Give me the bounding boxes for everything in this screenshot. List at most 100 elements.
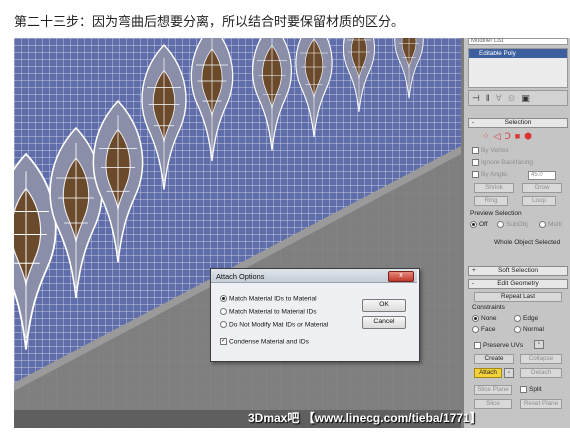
constraint-edge-radio[interactable]: Edge bbox=[514, 315, 538, 322]
radio-icon bbox=[514, 326, 521, 333]
show-end-result-icon[interactable]: ‖ bbox=[486, 93, 496, 103]
radio-label: SubObj bbox=[506, 221, 528, 229]
attach-options-dialog: Attach Options x Match Material IDs to M… bbox=[210, 268, 420, 362]
rollout-title: Edit Geometry bbox=[497, 280, 539, 287]
constraints-label: Constraints bbox=[472, 304, 505, 311]
element-icon[interactable]: ⬢ bbox=[524, 131, 536, 141]
subobject-icons[interactable]: ⁘◁Ↄ■⬢ bbox=[482, 131, 562, 142]
radio-selected-icon bbox=[472, 315, 479, 322]
reset-plane-button[interactable]: Reset Plane bbox=[520, 399, 562, 409]
preview-selection-label: Preview Selection bbox=[470, 210, 522, 217]
remove-modifier-icon[interactable]: ⊝ bbox=[508, 93, 522, 103]
radio-icon bbox=[497, 221, 504, 228]
radio-label: Face bbox=[481, 326, 496, 334]
repeat-last-button[interactable]: Repeat Last bbox=[474, 292, 562, 302]
perspective-viewport[interactable] bbox=[14, 38, 461, 428]
preview-subobj-radio[interactable]: SubObj bbox=[497, 221, 528, 228]
match-material-to-ids-radio[interactable]: Match Material to Material IDs bbox=[220, 308, 317, 315]
condense-label: Condense Material and IDs bbox=[229, 338, 309, 346]
collapse-button[interactable]: Collapse bbox=[520, 354, 562, 364]
radio-icon bbox=[514, 315, 521, 322]
vertex-icon[interactable]: ⁘ bbox=[482, 131, 494, 141]
expand-icon: + bbox=[472, 267, 476, 274]
pin-stack-icon[interactable]: ⊣ bbox=[472, 93, 486, 103]
do-not-modify-radio[interactable]: Do Not Modify Mat IDs or Material bbox=[220, 321, 328, 328]
match-ids-to-material-radio[interactable]: Match Material IDs to Material bbox=[220, 295, 317, 302]
checkbox-icon bbox=[472, 159, 479, 166]
checkbox-label: Split bbox=[529, 386, 542, 394]
ring-button[interactable]: Ring bbox=[474, 196, 508, 206]
radio-icon bbox=[220, 308, 227, 315]
option-label: Do Not Modify Mat IDs or Material bbox=[229, 321, 329, 329]
checkbox-label: By Vertex bbox=[481, 147, 509, 155]
forum-watermark: 3Dmax吧 【www.linecg.com/tieba/1771】 bbox=[248, 411, 482, 425]
create-button[interactable]: Create bbox=[474, 354, 514, 364]
condense-checkbox[interactable]: ✓ Condense Material and IDs bbox=[220, 338, 309, 345]
radio-selected-icon bbox=[220, 295, 227, 302]
close-button[interactable]: x bbox=[388, 271, 414, 282]
make-unique-icon[interactable]: ∀ bbox=[496, 93, 508, 103]
shrink-button[interactable]: Shrink bbox=[474, 183, 514, 193]
option-label: Match Material to Material IDs bbox=[229, 308, 317, 316]
check-icon: ✓ bbox=[220, 338, 227, 345]
checkbox-icon bbox=[474, 342, 481, 349]
checkbox-label: By Angle: bbox=[481, 171, 509, 179]
detach-button[interactable]: Detach bbox=[520, 368, 562, 378]
checkbox-icon bbox=[520, 386, 527, 393]
grow-button[interactable]: Grow bbox=[522, 183, 562, 193]
radio-label: Off bbox=[479, 221, 488, 229]
collapse-icon: - bbox=[472, 119, 475, 126]
slice-plane-button[interactable]: Slice Plane bbox=[474, 385, 512, 395]
loop-button[interactable]: Loop bbox=[522, 196, 556, 206]
ok-button[interactable]: OK bbox=[362, 299, 406, 312]
modifier-stack[interactable]: Editable Poly bbox=[468, 48, 568, 88]
constraint-face-radio[interactable]: Face bbox=[472, 326, 495, 333]
dialog-title: Attach Options bbox=[216, 272, 265, 281]
radio-label: None bbox=[481, 315, 497, 323]
step-caption: 第二十三步：因为弯曲后想要分离，所以结合时要保留材质的区分。 bbox=[14, 14, 405, 29]
by-angle-spinner[interactable]: 45.0 bbox=[528, 171, 556, 180]
radio-icon bbox=[220, 321, 227, 328]
edge-icon[interactable]: ◁ bbox=[494, 131, 505, 141]
checkbox-label: Ignore Backfacing bbox=[481, 159, 534, 167]
radio-label: Multi bbox=[548, 221, 562, 229]
max-screenshot: Attach Options x Match Material IDs to M… bbox=[14, 38, 570, 428]
radio-label: Edge bbox=[523, 315, 539, 323]
preview-multi-radio[interactable]: Multi bbox=[539, 221, 562, 228]
split-checkbox[interactable]: Split bbox=[520, 386, 542, 393]
configure-modifier-sets-icon[interactable]: ▣ bbox=[521, 93, 536, 103]
by-angle-checkbox[interactable]: By Angle: bbox=[472, 171, 508, 178]
constraint-none-radio[interactable]: None bbox=[472, 315, 497, 322]
stack-item-editable-poly[interactable]: Editable Poly bbox=[469, 49, 567, 58]
collapse-icon: - bbox=[472, 280, 475, 287]
checkbox-icon bbox=[472, 171, 479, 178]
constraint-normal-radio[interactable]: Normal bbox=[514, 326, 544, 333]
checkbox-icon bbox=[472, 147, 479, 154]
border-icon[interactable]: Ↄ bbox=[504, 131, 514, 141]
radio-icon bbox=[472, 326, 479, 333]
preview-off-radio[interactable]: Off bbox=[470, 221, 488, 228]
dialog-titlebar[interactable]: Attach Options x bbox=[211, 269, 417, 283]
ignore-backfacing-checkbox[interactable]: Ignore Backfacing bbox=[472, 159, 533, 166]
attach-button[interactable]: Attach bbox=[474, 368, 502, 378]
by-vertex-checkbox[interactable]: By Vertex bbox=[472, 147, 509, 154]
stack-toolbar[interactable]: ⊣‖∀⊝▣ bbox=[468, 90, 568, 106]
attach-list-icon[interactable]: ▫ bbox=[504, 368, 514, 378]
rollout-title: Selection bbox=[504, 119, 532, 126]
modifier-list-dropdown[interactable]: Modifier List bbox=[468, 38, 568, 45]
checkbox-label: Preserve UVs bbox=[483, 342, 524, 350]
radio-icon bbox=[539, 221, 546, 228]
radio-label: Normal bbox=[523, 326, 544, 334]
soft-selection-rollout-header[interactable]: + Soft Selection bbox=[468, 266, 568, 276]
selection-status: Whole Object Selected bbox=[494, 239, 561, 246]
slice-button[interactable]: Slice bbox=[474, 399, 512, 409]
selection-rollout-header[interactable]: - Selection bbox=[468, 118, 568, 128]
command-panel: Modifier List Editable Poly ⊣‖∀⊝▣ - Selec… bbox=[464, 38, 570, 428]
cancel-button[interactable]: Cancel bbox=[362, 316, 406, 329]
preserve-uvs-checkbox[interactable]: Preserve UVs bbox=[474, 342, 523, 349]
radio-selected-icon bbox=[470, 221, 477, 228]
option-label: Match Material IDs to Material bbox=[229, 295, 317, 303]
edit-geometry-rollout-header[interactable]: - Edit Geometry bbox=[468, 279, 568, 289]
polygon-icon[interactable]: ■ bbox=[515, 131, 524, 141]
preserve-uvs-settings-icon[interactable]: ▫ bbox=[534, 340, 544, 349]
